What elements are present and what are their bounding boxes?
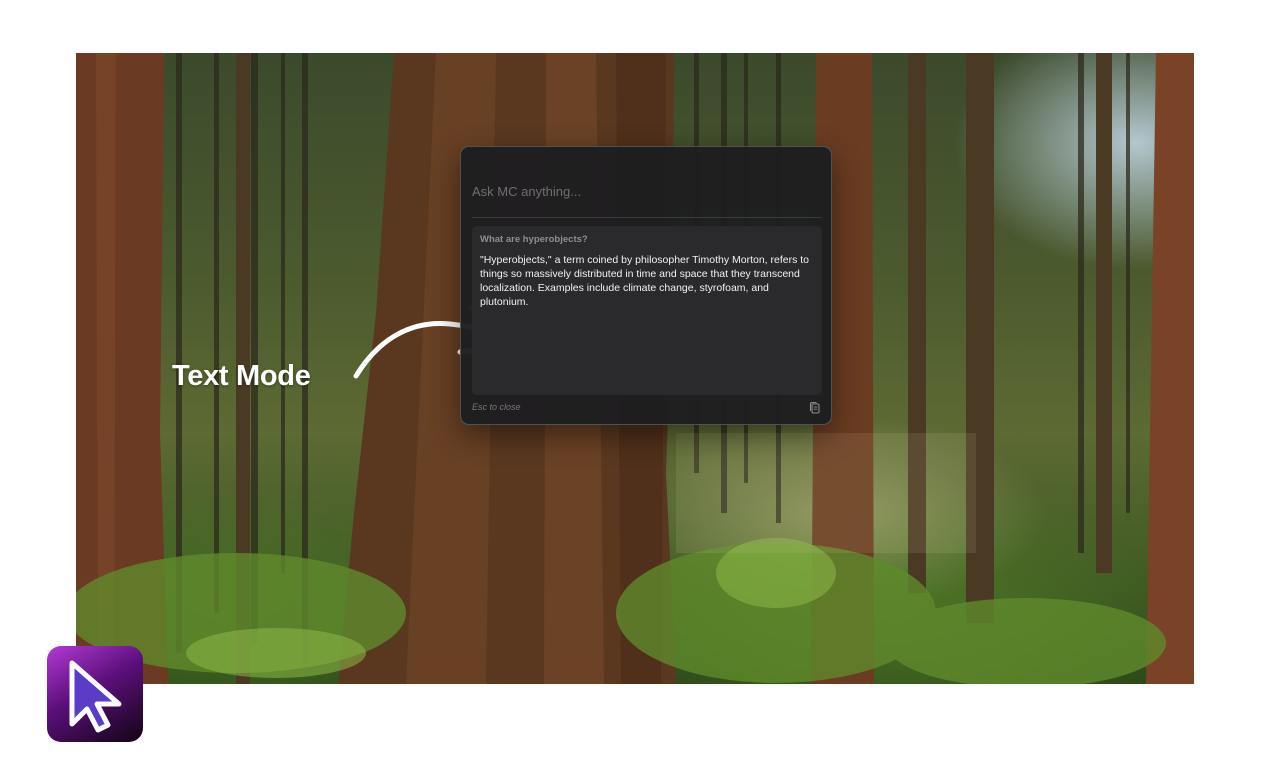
ask-input[interactable] bbox=[472, 177, 820, 205]
stage: Text Mode What are hyperobjects? "Hypero… bbox=[0, 0, 1270, 760]
question-text: What are hyperobjects? bbox=[480, 234, 588, 245]
answer-text: "Hyperobjects," a term coined by philoso… bbox=[480, 254, 810, 308]
ask-dialog: What are hyperobjects? "Hyperobjects," a… bbox=[460, 146, 832, 425]
text-mode-label: Text Mode bbox=[172, 360, 311, 392]
app-icon[interactable] bbox=[47, 646, 143, 742]
cursor-arrow-icon bbox=[69, 660, 122, 733]
copy-icon bbox=[809, 402, 820, 414]
close-hint: Esc to close bbox=[472, 402, 521, 412]
dialog-divider bbox=[472, 217, 822, 218]
response-panel: What are hyperobjects? "Hyperobjects," a… bbox=[472, 226, 822, 395]
copy-button[interactable] bbox=[808, 401, 822, 415]
